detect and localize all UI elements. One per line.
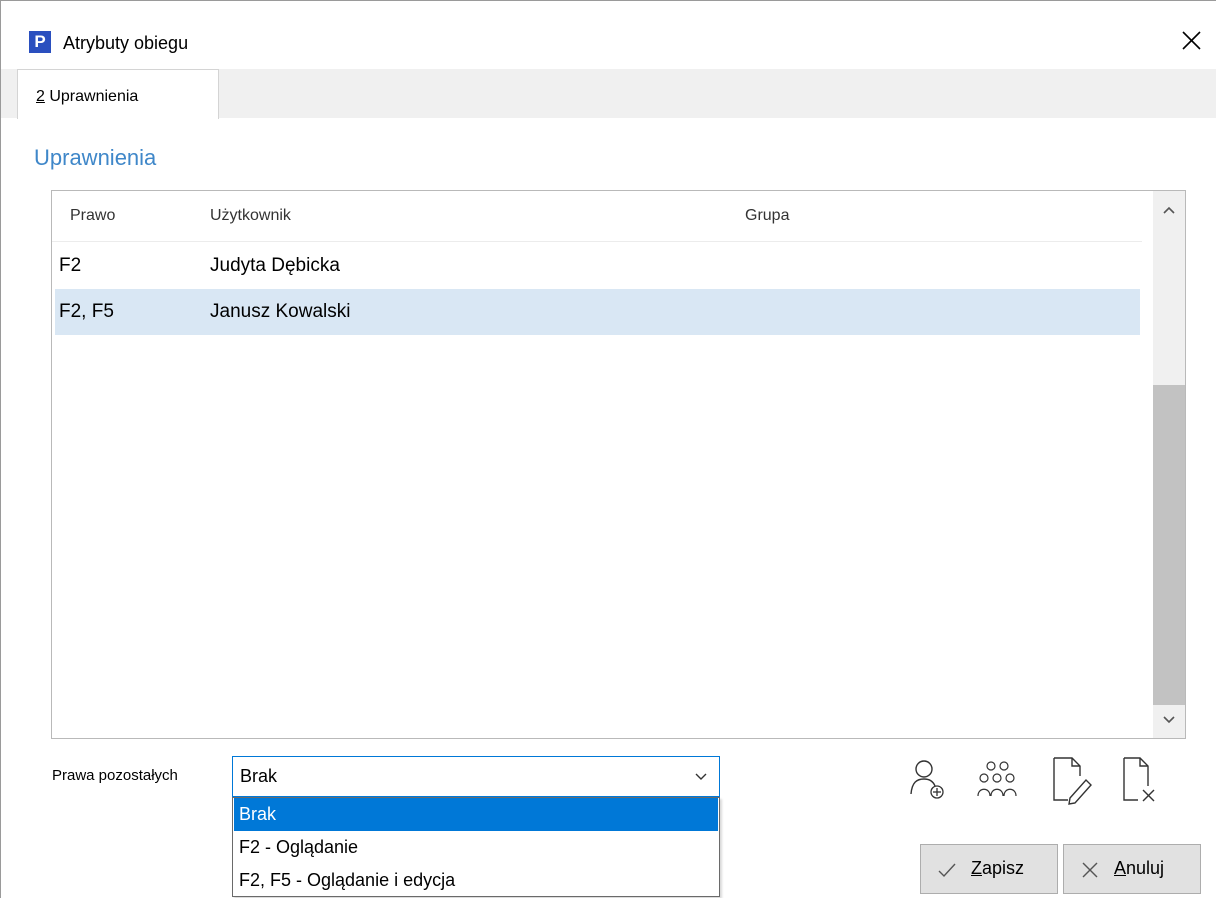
add-user-icon [910, 760, 944, 799]
vertical-scrollbar[interactable] [1153, 191, 1185, 738]
dropdown-option-f2[interactable]: F2 - Oglądanie [234, 831, 718, 864]
add-group-button[interactable] [972, 752, 1024, 808]
cell-uzytkownik: Judyta Dębicka [210, 255, 340, 276]
cancel-button[interactable]: Anuluj [1063, 844, 1201, 894]
cell-prawo: F2, F5 [59, 301, 114, 322]
scroll-up-button[interactable] [1153, 191, 1185, 231]
delete-document-button[interactable] [1114, 752, 1166, 808]
option-label: Brak [239, 804, 277, 824]
cancel-button-label: Anuluj [1114, 858, 1164, 879]
others-rights-dropdown-list: Brak F2 - Oglądanie F2, F5 - Oglądanie i… [232, 797, 720, 897]
add-user-button[interactable] [902, 752, 954, 808]
option-label: F2, F5 - Oglądanie i edycja [239, 870, 456, 890]
column-header-grupa[interactable]: Grupa [745, 207, 789, 225]
check-icon [938, 863, 956, 878]
permissions-grid[interactable]: Prawo Użytkownik Grupa F2 Judyta Dębicka… [51, 190, 1186, 739]
tab-label-text: Uprawnienia [44, 88, 139, 105]
x-icon [1082, 862, 1098, 878]
grid-header: Prawo Użytkownik Grupa [52, 191, 1142, 242]
scroll-thumb[interactable] [1153, 385, 1185, 705]
others-rights-label: Prawa pozostałych [52, 767, 178, 784]
dialog-window: P Atrybuty obiegu 2 Uprawnienia Uprawnie… [0, 0, 1216, 898]
column-header-prawo[interactable]: Prawo [70, 207, 115, 225]
chevron-up-icon [1163, 206, 1175, 214]
edit-document-icon [1053, 757, 1092, 805]
scroll-down-button[interactable] [1153, 698, 1185, 738]
add-group-icon [977, 761, 1017, 797]
option-label: F2 - Oglądanie [239, 837, 359, 857]
tab-mnemonic: 2 [36, 88, 45, 105]
cell-uzytkownik: Janusz Kowalski [210, 301, 351, 322]
combobox-value: Brak [240, 766, 278, 786]
title-bar[interactable]: P Atrybuty obiegu [1, 1, 1216, 69]
close-button[interactable] [1171, 23, 1211, 59]
cancel-mnemonic: A [1114, 858, 1127, 878]
dropdown-option-f2-f5[interactable]: F2, F5 - Oglądanie i edycja [234, 864, 718, 897]
chevron-down-icon[interactable] [693, 771, 709, 783]
save-mnemonic: Z [971, 858, 982, 878]
others-rights-combobox[interactable]: Brak [232, 756, 720, 797]
table-row-selected[interactable]: F2, F5 Janusz Kowalski [55, 289, 1140, 335]
dropdown-option-brak[interactable]: Brak [234, 798, 718, 831]
delete-document-icon [1123, 757, 1155, 802]
edit-document-button[interactable] [1046, 752, 1098, 808]
save-button-label: Zapisz [971, 858, 1024, 879]
column-header-uzytkownik[interactable]: Użytkownik [210, 207, 291, 225]
window-border-left [0, 0, 1, 898]
save-button[interactable]: Zapisz [920, 844, 1058, 894]
window-title: Atrybuty obiegu [63, 33, 189, 53]
table-row[interactable]: F2 Judyta Dębicka [55, 243, 1140, 289]
chevron-down-icon [1163, 716, 1175, 724]
tab-uprawnienia[interactable]: 2 Uprawnienia [17, 69, 219, 119]
section-title: Uprawnienia [34, 145, 157, 170]
close-icon [1182, 31, 1201, 50]
tab-label: 2 Uprawnienia [36, 88, 138, 106]
app-logo-icon: P [29, 31, 51, 53]
save-label-rest: apisz [982, 858, 1025, 878]
cancel-label-rest: nuluj [1126, 858, 1165, 878]
cell-prawo: F2 [59, 255, 82, 276]
